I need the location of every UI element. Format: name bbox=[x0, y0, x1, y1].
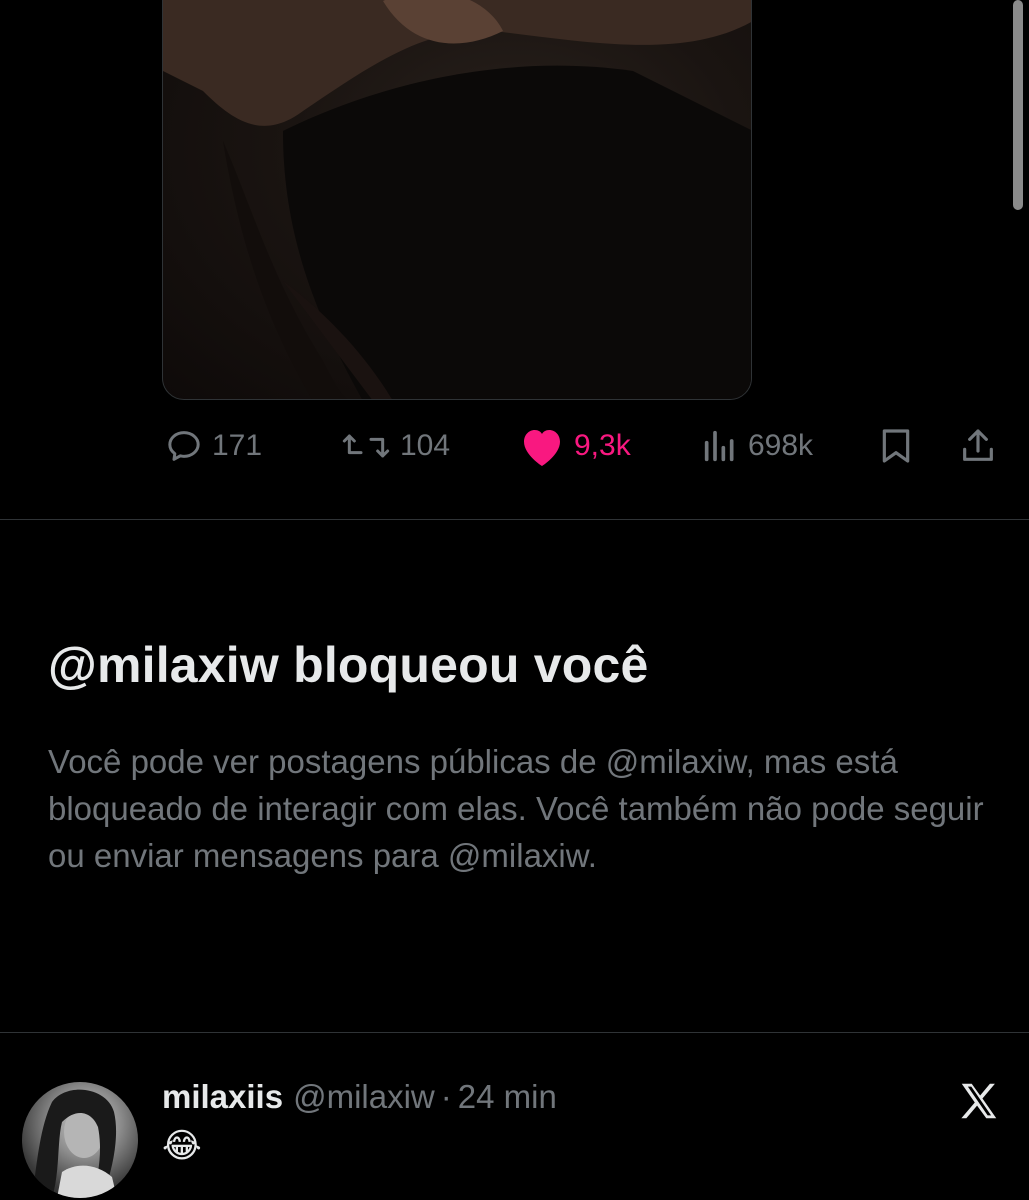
tweet-image[interactable] bbox=[162, 0, 752, 400]
block-notice-title: @milaxiw bloqueou você bbox=[48, 637, 649, 693]
analytics-icon bbox=[704, 430, 734, 462]
views-count: 698k bbox=[748, 429, 814, 462]
reply-action[interactable]: 171 bbox=[164, 418, 262, 474]
like-action[interactable]: 9,3k bbox=[518, 418, 631, 474]
separator-dot: · bbox=[440, 1078, 452, 1115]
share-action[interactable] bbox=[958, 418, 998, 474]
reply-text: 😂 bbox=[162, 1127, 202, 1165]
heart-icon bbox=[524, 430, 560, 466]
tweet-photo bbox=[163, 0, 751, 399]
share-icon bbox=[963, 429, 993, 461]
retweet-icon bbox=[342, 434, 390, 458]
x-logo-icon bbox=[956, 1078, 1002, 1124]
avatar-photo bbox=[32, 1089, 117, 1198]
avatar[interactable] bbox=[22, 1082, 138, 1198]
display-name[interactable]: milaxiis bbox=[162, 1078, 283, 1116]
timestamp[interactable]: 24 min bbox=[458, 1078, 557, 1116]
tweet-action-bar: 171 104 9,3k 698k bbox=[0, 418, 1029, 474]
bookmark-icon bbox=[882, 429, 910, 463]
reply-tweet[interactable]: milaxiis @milaxiw · 24 min 😂 bbox=[0, 1060, 1029, 1200]
views-action[interactable]: 698k bbox=[700, 418, 813, 474]
reply-count: 171 bbox=[212, 429, 263, 462]
block-notice-description: Você pode ver postagens públicas de @mil… bbox=[48, 743, 984, 874]
bookmark-action[interactable] bbox=[876, 418, 916, 474]
reply-icon bbox=[168, 431, 200, 461]
like-count: 9,3k bbox=[574, 429, 631, 462]
scrollbar[interactable] bbox=[1013, 0, 1023, 210]
retweet-action[interactable]: 104 bbox=[340, 418, 450, 474]
user-handle[interactable]: @milaxiw bbox=[293, 1078, 435, 1116]
divider bbox=[0, 519, 1029, 520]
divider bbox=[0, 1032, 1029, 1033]
retweet-count: 104 bbox=[400, 429, 451, 462]
reply-header: milaxiis @milaxiw · 24 min bbox=[162, 1078, 557, 1116]
